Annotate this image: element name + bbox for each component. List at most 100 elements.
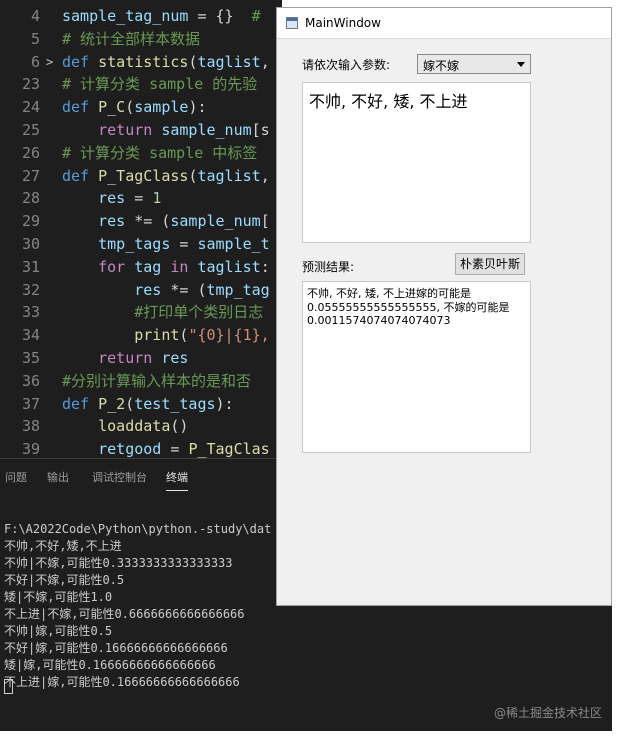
code-line[interactable]: 5 # 统计全部样本数据	[0, 28, 282, 51]
title-bar[interactable]: MainWindow	[277, 8, 611, 39]
result-label: 预测结果:	[302, 260, 355, 274]
result-output[interactable]: 不帅, 不好, 矮, 不上进嫁的可能是 0.05555555555555555, …	[302, 281, 531, 453]
code-token: def	[62, 166, 99, 185]
code-line[interactable]: 25 return sample_num[s	[0, 119, 282, 142]
code-line[interactable]: 30 tmp_tags = sample_t	[0, 233, 282, 256]
tab-problems[interactable]: 问题	[5, 469, 27, 485]
code-token: P_2	[98, 394, 126, 413]
code-line[interactable]: 4 sample_tag_num = {} #	[0, 5, 282, 28]
tab-terminal[interactable]: 终端	[166, 469, 188, 491]
code-token: (	[125, 98, 135, 117]
code-token: [	[260, 212, 270, 231]
code-token: =	[170, 235, 198, 253]
param-label: 请依次输入参数:	[302, 58, 391, 72]
code-text: def P_C(sample):	[62, 96, 207, 119]
line-number: 4	[30, 7, 40, 25]
code-token: (	[125, 394, 135, 413]
code-line[interactable]: 28 res = 1	[0, 187, 282, 210]
code-token: "{0}|{1},	[188, 326, 270, 345]
line-number: 31	[21, 257, 40, 276]
code-text: return sample_num[s	[62, 119, 270, 142]
code-token: sample_t	[197, 235, 270, 253]
code-line[interactable]: 31 for tag in taglist:	[0, 256, 282, 279]
fold-chevron-icon[interactable]: >	[46, 51, 53, 74]
code-line[interactable]: 38 loaddata()	[0, 415, 282, 438]
code-text: # 计算分类 sample 的先验	[62, 73, 257, 96]
code-token: ()	[170, 417, 189, 436]
code-text: # 统计全部样本数据	[62, 28, 200, 51]
code-line[interactable]: 23 # 计算分类 sample 的先验	[0, 73, 282, 96]
code-line[interactable]: 37 def P_2(test_tags):	[0, 393, 282, 416]
code-line[interactable]: 34 print("{0}|{1},	[0, 324, 282, 347]
code-token: statistics	[98, 52, 189, 71]
code-token: return	[98, 121, 162, 139]
code-line[interactable]: 35 return res	[0, 347, 282, 370]
line-number: 33	[21, 303, 40, 322]
code-line[interactable]: 32 res *= (tmp_tag	[0, 279, 282, 302]
code-token: #分别计算输入样本的是和否	[62, 371, 252, 390]
window-icon	[286, 17, 298, 29]
code-line[interactable]: 36 #分别计算输入样本的是和否	[0, 370, 282, 393]
code-token: loaddata	[98, 417, 171, 436]
code-line[interactable]: 29 res *= (sample_num[	[0, 210, 282, 233]
code-token: for	[98, 257, 135, 276]
line-number: 24	[21, 98, 40, 117]
panel-tabs: 问题 输出 调试控制台 终端	[0, 461, 282, 493]
code-text: return res	[62, 347, 188, 370]
code-line[interactable]: 26 # 计算分类 sample 中标签	[0, 142, 282, 165]
chevron-down-icon	[517, 62, 525, 67]
code-token: tmp_tags	[98, 235, 171, 253]
code-token: P_C	[98, 98, 126, 117]
bottom-strip	[0, 731, 622, 741]
main-window: MainWindow 请依次输入参数: 嫁不嫁 不帅, 不好, 矮, 不上进 预…	[276, 7, 612, 606]
code-token: *= (	[161, 280, 207, 299]
line-number: 6	[30, 52, 40, 71]
watermark: @稀土掘金技术社区	[493, 706, 602, 720]
code-line[interactable]: 27 def P_TagClass(taglist,	[0, 165, 282, 188]
naive-bayes-button[interactable]: 朴素贝叶斯	[455, 253, 525, 275]
editor-divider	[0, 458, 282, 459]
param-input[interactable]: 不帅, 不好, 矮, 不上进	[302, 82, 531, 243]
code-token: def	[62, 98, 99, 117]
code-token: taglist	[197, 257, 261, 276]
terminal-line: 不好|嫁,可能性0.16666666666666666	[4, 641, 228, 655]
result-line: 不帅, 不好, 矮, 不上进嫁的可能是	[307, 287, 471, 300]
code-line[interactable]: 6 > def statistics(taglist,	[0, 51, 282, 74]
line-number: 29	[21, 212, 40, 231]
terminal-line: 不帅,不好,矮,不上进	[4, 539, 122, 553]
terminal-line: 不帅|嫁,可能性0.5	[4, 624, 113, 638]
terminal-line: F:\A2022Code\Python\python.-study\dat	[4, 522, 272, 536]
code-token: # 统计全部样本数据	[62, 29, 201, 48]
line-number: 30	[21, 235, 40, 253]
code-token: [s	[251, 121, 270, 139]
code-text: sample_tag_num = {} #	[62, 5, 261, 28]
code-text: def statistics(taglist,	[62, 51, 270, 74]
code-line[interactable]: 24 def P_C(sample):	[0, 96, 282, 119]
code-token: :	[260, 257, 270, 276]
code-token: def	[62, 394, 99, 413]
line-number: 27	[21, 166, 40, 185]
code-token: = {}	[188, 7, 252, 25]
line-number: 34	[21, 326, 40, 345]
line-number: 23	[21, 75, 40, 94]
marry-select[interactable]: 嫁不嫁	[417, 54, 531, 74]
tab-debug-console[interactable]: 调试控制台	[92, 469, 147, 485]
code-text: #打印单个类别日志	[62, 301, 263, 324]
code-token: =	[125, 189, 153, 208]
terminal-line: 矮|不嫁,可能性1.0	[4, 590, 113, 604]
code-token: sample_num	[170, 212, 261, 231]
line-number: 35	[21, 349, 40, 367]
code-line[interactable]: 33 #打印单个类别日志	[0, 301, 282, 324]
tab-output[interactable]: 输出	[47, 469, 69, 485]
code-token: P_TagClass	[98, 166, 189, 185]
code-text: def P_2(test_tags):	[62, 393, 234, 416]
code-editor[interactable]: 4 sample_tag_num = {} #5 # 统计全部样本数据 6 > def s…	[0, 0, 282, 461]
line-number: 25	[21, 121, 40, 139]
